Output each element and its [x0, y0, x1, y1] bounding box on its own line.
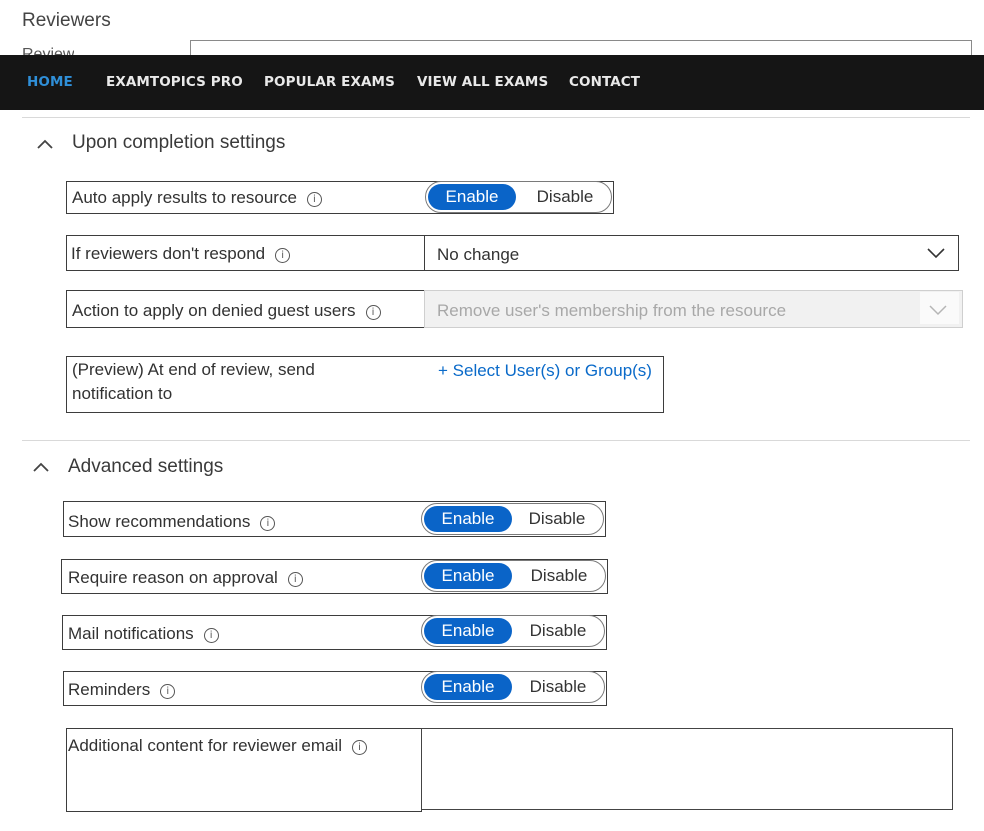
- select-users-groups-link[interactable]: + Select User(s) or Group(s): [438, 361, 652, 381]
- disable-option[interactable]: Disable: [511, 504, 603, 534]
- chevron-up-icon[interactable]: [32, 458, 50, 476]
- show-recommendations-label: Show recommendations i: [68, 512, 276, 532]
- site-navbar: HOME EXAMTOPICS PRO POPULAR EXAMS VIEW A…: [0, 55, 984, 110]
- info-icon[interactable]: i: [365, 305, 381, 320]
- mail-notifications-toggle[interactable]: Enable Disable: [421, 615, 605, 647]
- enable-option[interactable]: Enable: [424, 618, 512, 644]
- reminders-toggle[interactable]: Enable Disable: [421, 671, 605, 703]
- info-icon[interactable]: i: [287, 572, 303, 587]
- denied-guests-value: Remove user's membership from the resour…: [437, 301, 787, 320]
- info-icon[interactable]: i: [352, 740, 368, 755]
- require-reason-toggle[interactable]: Enable Disable: [421, 560, 606, 592]
- divider: [22, 440, 970, 441]
- additional-content-label: Additional content for reviewer email i: [68, 736, 368, 756]
- chevron-down-icon: [929, 305, 947, 316]
- disable-option[interactable]: Disable: [513, 561, 605, 591]
- auto-apply-label: Auto apply results to resource i: [72, 188, 322, 208]
- nav-contact[interactable]: CONTACT: [569, 55, 640, 110]
- disable-option[interactable]: Disable: [512, 616, 604, 646]
- chevron-down-icon[interactable]: [926, 246, 946, 260]
- nav-home[interactable]: HOME: [27, 55, 73, 110]
- divider: [22, 117, 970, 118]
- info-icon[interactable]: i: [203, 628, 219, 643]
- require-reason-label: Require reason on approval i: [68, 568, 303, 588]
- reviewers-title: Reviewers: [22, 10, 111, 31]
- chevron-up-icon[interactable]: [36, 135, 54, 153]
- enable-option[interactable]: Enable: [424, 563, 512, 589]
- notification-label: (Preview) At end of review, send notific…: [72, 360, 315, 403]
- enable-option[interactable]: Enable: [428, 184, 516, 210]
- additional-content-textarea[interactable]: [421, 728, 953, 810]
- denied-guests-label: Action to apply on denied guest users i: [72, 301, 381, 321]
- auto-apply-toggle[interactable]: Enable Disable: [425, 181, 612, 213]
- nav-examtopics-pro[interactable]: EXAMTOPICS PRO: [106, 55, 243, 110]
- no-response-value: No change: [437, 245, 520, 264]
- no-response-label: If reviewers don't respond i: [71, 244, 291, 264]
- enable-option[interactable]: Enable: [424, 506, 512, 532]
- disable-option[interactable]: Disable: [519, 182, 611, 212]
- advanced-section-title[interactable]: Advanced settings: [68, 456, 223, 478]
- disable-option[interactable]: Disable: [512, 672, 604, 702]
- enable-option[interactable]: Enable: [424, 674, 512, 700]
- mail-notifications-label: Mail notifications i: [68, 624, 219, 644]
- completion-section-title[interactable]: Upon completion settings: [72, 132, 285, 154]
- info-icon[interactable]: i: [160, 684, 176, 699]
- info-icon[interactable]: i: [275, 248, 291, 263]
- info-icon[interactable]: i: [260, 516, 276, 531]
- nav-popular-exams[interactable]: POPULAR EXAMS: [264, 55, 395, 110]
- info-icon[interactable]: i: [306, 192, 322, 207]
- show-recommendations-toggle[interactable]: Enable Disable: [421, 503, 604, 535]
- nav-view-all-exams[interactable]: VIEW ALL EXAMS: [417, 55, 548, 110]
- reminders-label: Reminders i: [68, 680, 176, 700]
